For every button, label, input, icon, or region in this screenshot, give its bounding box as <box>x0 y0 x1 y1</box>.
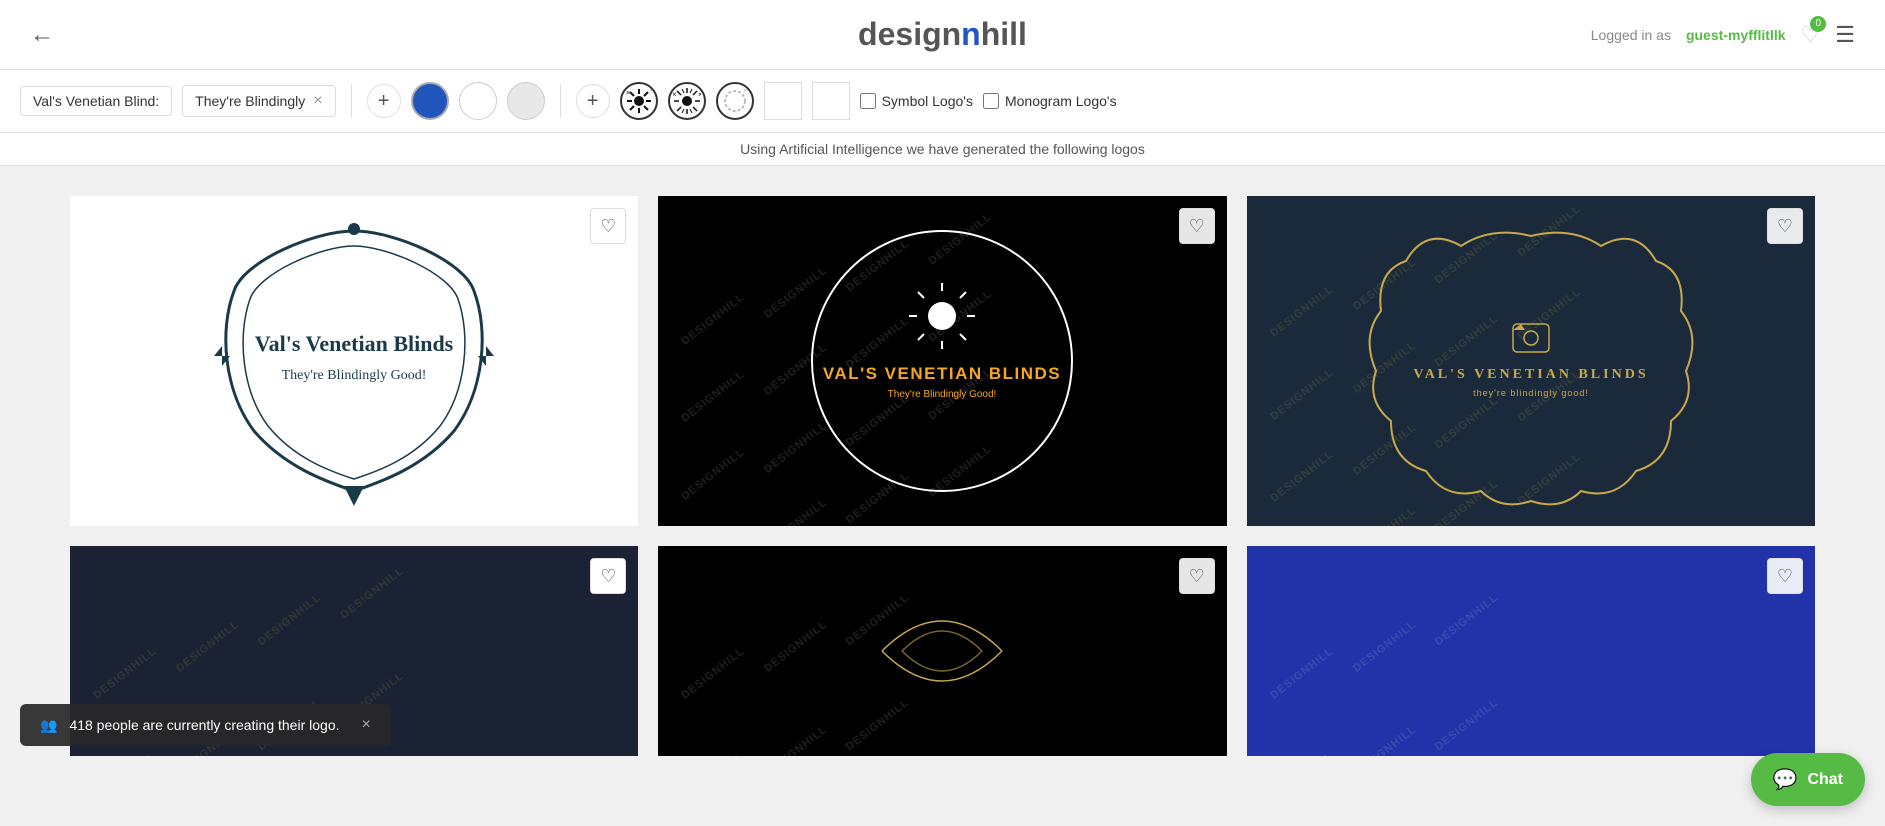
cloud-frame-svg: VAL'S VENETIAN BLINDS they're blindingly… <box>1361 206 1701 516</box>
logo-grid: ♡ Val's Venetian Blinds They're Blinding… <box>0 166 1885 786</box>
tag-vals-venetian[interactable]: Val's Venetian Blind: <box>20 86 172 116</box>
notification-close[interactable]: × <box>362 716 371 734</box>
header: ← designnhill Logged in as guest-myfflit… <box>0 0 1885 70</box>
heart-count-badge: 0 <box>1810 16 1826 32</box>
divider-2 <box>560 84 561 118</box>
svg-text:VAL'S VENETIAN BLINDS: VAL'S VENETIAN BLINDS <box>1413 367 1648 382</box>
logo-card-1[interactable]: ♡ Val's Venetian Blinds They're Blinding… <box>70 196 638 526</box>
color-swatch-white[interactable] <box>459 82 497 120</box>
username-label[interactable]: guest-myfflitllk <box>1686 27 1786 43</box>
back-button[interactable]: ← <box>30 21 54 49</box>
divider-1 <box>351 84 352 118</box>
logo-card-3[interactable]: ♡ DESIGNHILLDESIGNHILLDESIGNHILLDESIGNHI… <box>1247 196 1815 526</box>
monogram-logos-label: Monogram Logo's <box>1005 93 1117 109</box>
header-right: Logged in as guest-myfflitllk ♡ 0 ☰ <box>1591 22 1855 48</box>
chat-icon: 💬 <box>1773 767 1798 792</box>
logo-card-2[interactable]: ♡ DESIGNHILLDESIGNHILLDESIGNHILLDESIGNHI… <box>658 196 1226 526</box>
toolbar: Val's Venetian Blind: They're Blindingly… <box>0 70 1885 133</box>
pattern-swatch-circle[interactable]: × <box>716 82 754 120</box>
svg-text:Val's Venetian Blinds: Val's Venetian Blinds <box>255 331 454 356</box>
svg-text:×: × <box>650 87 653 94</box>
symbol-logos-label: Symbol Logo's <box>882 93 973 109</box>
svg-text:VAL'S VENETIAN BLINDS: VAL'S VENETIAN BLINDS <box>823 364 1061 383</box>
fav-button-5[interactable]: ♡ <box>1179 558 1215 594</box>
logo-card-6[interactable]: ♡ DESIGNHILLDESIGNHILLDESIGNHILL DESIGNH… <box>1247 546 1815 756</box>
site-logo: designnhill <box>858 16 1027 53</box>
color-swatch-light[interactable] <box>507 82 545 120</box>
pattern-swatch-sun[interactable]: × × <box>620 82 658 120</box>
fav-button-3[interactable]: ♡ <box>1767 208 1803 244</box>
symbol-logos-input[interactable] <box>860 93 876 109</box>
svg-text:×: × <box>698 90 701 99</box>
notification-bar: 👥 418 people are currently creating thei… <box>20 704 391 746</box>
tag2-label: They're Blindingly <box>195 93 305 109</box>
card-white-bg-1: Val's Venetian Blinds They're Blindingly… <box>70 196 638 526</box>
ai-text: Using Artificial Intelligence we have ge… <box>740 141 1145 157</box>
badge-svg-1: Val's Venetian Blinds They're Blindingly… <box>194 211 514 511</box>
svg-text:×: × <box>673 90 677 99</box>
card-partial-5: DESIGNHILLDESIGNHILLDESIGNHILL DESIGNHIL… <box>658 546 1226 756</box>
square-swatch-1[interactable] <box>764 82 802 120</box>
heart-container[interactable]: ♡ 0 <box>1801 22 1821 48</box>
add-tag-button-1[interactable]: + <box>367 84 401 118</box>
add-tag-button-2[interactable]: + <box>576 84 610 118</box>
monogram-logos-input[interactable] <box>983 93 999 109</box>
color-swatch-blue[interactable] <box>411 82 449 120</box>
pattern-swatch-starburst[interactable]: × × <box>668 82 706 120</box>
logged-in-label: Logged in as <box>1591 27 1671 43</box>
card-black-bg-2: DESIGNHILLDESIGNHILLDESIGNHILLDESIGNHILL… <box>658 196 1226 526</box>
svg-text:They're Blindingly Good!: They're Blindingly Good! <box>888 389 997 400</box>
logo-n-text: n <box>961 16 981 52</box>
fav-button-4[interactable]: ♡ <box>590 558 626 594</box>
svg-text:they're blindingly good!: they're blindingly good! <box>1473 388 1589 398</box>
svg-text:They're Blindingly Good!: They're Blindingly Good! <box>282 368 427 383</box>
card-dark-blue-bg-3: DESIGNHILLDESIGNHILLDESIGNHILLDESIGNHILL… <box>1247 196 1815 526</box>
notification-text: 418 people are currently creating their … <box>69 717 339 733</box>
fav-button-1[interactable]: ♡ <box>590 208 626 244</box>
logo-design-text: design <box>858 16 961 52</box>
svg-text:×: × <box>743 87 748 95</box>
tag1-label: Val's Venetian Blind: <box>33 93 159 109</box>
watermark-6: DESIGNHILLDESIGNHILLDESIGNHILL DESIGNHIL… <box>1247 546 1815 756</box>
logo-card-5[interactable]: ♡ DESIGNHILLDESIGNHILLDESIGNHILL DESIGNH… <box>658 546 1226 756</box>
symbol-logos-checkbox[interactable]: Symbol Logo's <box>860 93 973 109</box>
logo-hill-text: hill <box>981 16 1027 52</box>
bottom-card-svg-5 <box>842 571 1042 731</box>
ai-text-bar: Using Artificial Intelligence we have ge… <box>0 133 1885 166</box>
chat-label: Chat <box>1807 771 1843 789</box>
monogram-logos-checkbox[interactable]: Monogram Logo's <box>983 93 1117 109</box>
fav-button-6[interactable]: ♡ <box>1767 558 1803 594</box>
chat-button[interactable]: 💬 Chat <box>1751 753 1865 806</box>
tag2-close[interactable]: × <box>313 92 322 110</box>
sun-circle-svg: VAL'S VENETIAN BLINDS They're Blindingly… <box>802 221 1082 501</box>
square-swatch-2[interactable] <box>812 82 850 120</box>
menu-icon[interactable]: ☰ <box>1835 22 1855 48</box>
fav-button-2[interactable]: ♡ <box>1179 208 1215 244</box>
svg-text:×: × <box>626 90 630 97</box>
notification-icon: 👥 <box>40 717 57 734</box>
card-partial-6: DESIGNHILLDESIGNHILLDESIGNHILL DESIGNHIL… <box>1247 546 1815 756</box>
tag-theyre-blindingly[interactable]: They're Blindingly × <box>182 85 335 117</box>
